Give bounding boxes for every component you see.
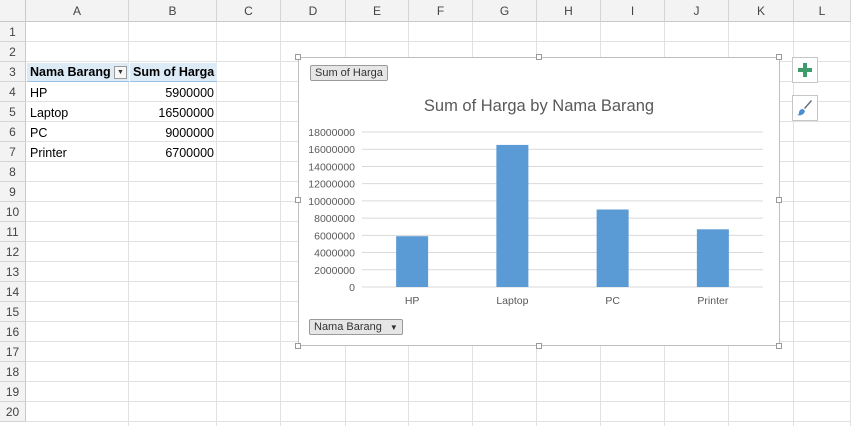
row-gridline <box>26 361 851 362</box>
y-tick-label: 10000000 <box>308 196 355 208</box>
row-header[interactable]: 14 <box>0 282 26 302</box>
plus-icon <box>798 63 812 77</box>
row-header[interactable]: 1 <box>0 22 26 42</box>
row-gridline <box>26 421 851 422</box>
x-tick-label: Laptop <box>496 295 528 307</box>
bar-pc[interactable] <box>596 209 629 288</box>
row-gridline <box>26 41 851 42</box>
row-header[interactable]: 17 <box>0 342 26 362</box>
row-gridline <box>26 401 851 402</box>
bar-hp[interactable] <box>396 236 429 287</box>
pivot-chart[interactable]: Sum of Harga Nama Barang ▼ Sum of Harga … <box>298 57 780 346</box>
x-tick-label: Printer <box>697 295 728 307</box>
row-header[interactable]: 12 <box>0 242 26 262</box>
resize-handle[interactable] <box>536 343 542 349</box>
y-tick-label: 6000000 <box>314 230 355 242</box>
column-header[interactable]: E <box>346 0 409 22</box>
pivot-row-value[interactable]: 9000000 <box>130 123 217 142</box>
column-header[interactable]: F <box>409 0 473 22</box>
row-header[interactable]: 5 <box>0 102 26 122</box>
column-header[interactable]: D <box>281 0 346 22</box>
pivot-value-field-label: Sum of Harga <box>133 65 215 79</box>
y-tick-label: 14000000 <box>308 161 355 173</box>
resize-handle[interactable] <box>295 54 301 60</box>
resize-handle[interactable] <box>776 343 782 349</box>
row-header[interactable]: 7 <box>0 142 26 162</box>
bar-laptop[interactable] <box>496 144 529 287</box>
y-tick-label: 12000000 <box>308 179 355 191</box>
chart-title: Sum of Harga by Nama Barang <box>424 97 654 115</box>
spreadsheet-grid: ABCDEFGHIJKL 1 2 3 4 5 6 7 8 9 10 11 12 13 14 15 16 17 18… <box>0 0 851 426</box>
pivot-row-label[interactable]: PC <box>27 123 129 142</box>
resize-handle[interactable] <box>776 54 782 60</box>
row-header[interactable]: 10 <box>0 202 26 222</box>
row-header[interactable]: 2 <box>0 42 26 62</box>
resize-handle[interactable] <box>295 343 301 349</box>
chart-styles-button[interactable] <box>792 95 818 121</box>
row-header[interactable]: 4 <box>0 82 26 102</box>
pivot-row-label[interactable]: Printer <box>27 143 129 162</box>
column-header[interactable]: B <box>129 0 217 22</box>
pivot-row-value[interactable]: 5900000 <box>130 83 217 102</box>
bar-printer[interactable] <box>696 229 729 287</box>
row-header[interactable]: 9 <box>0 182 26 202</box>
row-header[interactable]: 3 <box>0 62 26 82</box>
row-header[interactable]: 20 <box>0 402 26 422</box>
column-header[interactable]: A <box>26 0 129 22</box>
column-header[interactable]: L <box>794 0 851 22</box>
column-header[interactable]: C <box>217 0 281 22</box>
row-gridline <box>26 381 851 382</box>
column-header[interactable]: G <box>473 0 537 22</box>
row-header[interactable]: 11 <box>0 222 26 242</box>
chart-elements-button[interactable] <box>792 57 818 83</box>
pivot-row-value[interactable]: 6700000 <box>130 143 217 162</box>
y-tick-label: 18000000 <box>308 127 355 139</box>
y-tick-label: 4000000 <box>314 248 355 260</box>
row-header[interactable]: 16 <box>0 322 26 342</box>
y-tick-label: 2000000 <box>314 265 355 277</box>
y-tick-label: 16000000 <box>308 144 355 156</box>
pivot-row-field-label: Nama Barang <box>30 65 111 79</box>
row-header[interactable]: 19 <box>0 382 26 402</box>
column-header[interactable]: H <box>537 0 601 22</box>
column-header[interactable]: J <box>665 0 729 22</box>
y-tick-label: 0 <box>349 282 355 294</box>
row-header[interactable]: 6 <box>0 122 26 142</box>
pivot-row-value[interactable]: 16500000 <box>130 103 217 122</box>
column-header[interactable]: K <box>729 0 794 22</box>
row-header[interactable]: 15 <box>0 302 26 322</box>
pivot-row-label[interactable]: HP <box>27 83 129 102</box>
pivot-row-label[interactable]: Laptop <box>27 103 129 122</box>
chart-plot: Sum of Harga by Nama Barang 0 2000000 4000… <box>308 97 763 307</box>
x-tick-label: HP <box>405 295 420 307</box>
brush-icon <box>797 100 812 116</box>
row-header[interactable]: 8 <box>0 162 26 182</box>
resize-handle[interactable] <box>536 54 542 60</box>
pivot-value-field-header[interactable]: Sum of Harga <box>130 63 217 82</box>
select-all-corner[interactable] <box>0 0 26 22</box>
row-header[interactable]: 18 <box>0 362 26 382</box>
resize-handle[interactable] <box>295 197 301 203</box>
x-tick-label: PC <box>605 295 620 307</box>
row-header[interactable]: 13 <box>0 262 26 282</box>
pivot-filter-dropdown-icon[interactable]: ▼ <box>114 66 127 79</box>
y-tick-label: 8000000 <box>314 213 355 225</box>
column-gridline <box>280 22 281 426</box>
resize-handle[interactable] <box>776 197 782 203</box>
column-header[interactable]: I <box>601 0 665 22</box>
